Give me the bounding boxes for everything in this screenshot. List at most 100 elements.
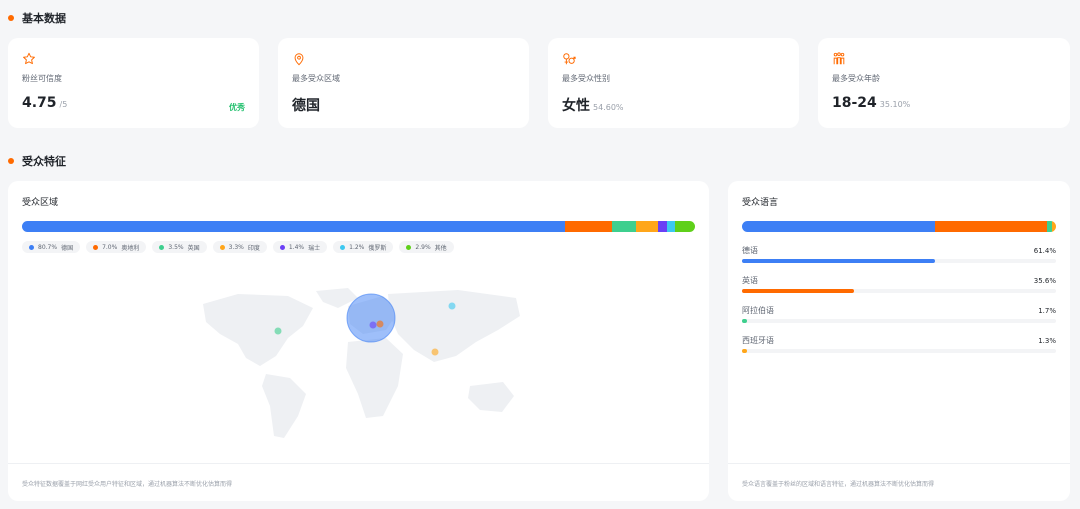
stat-card-age: 最多受众年龄 18-24 35.10% [818,38,1070,128]
region-panel: 受众区域 80.7% 德国 7.0% 奥地利 3.5% 英国 3.3% 印度 1.4% 瑞士 1.2… [8,181,709,501]
region-panel-title: 受众区域 [22,198,59,208]
language-track [742,349,1056,353]
map-bubble-印度[interactable] [431,348,439,356]
stat-label: 最多受众区域 [292,74,340,83]
star-icon [23,52,35,65]
stat-label: 最多受众性别 [562,74,610,83]
legend-chip[interactable]: 1.4% 瑞士 [272,241,328,253]
legend-color-dot [279,244,285,250]
language-row: 阿拉伯语 1.7% [742,305,1056,329]
stat-value: 18-24 35.10% [832,95,911,111]
legend-color-dot [219,244,225,250]
bar-segment-英国[interactable] [612,221,636,232]
legend-name: 俄罗斯 [368,244,387,252]
legend-chip[interactable]: 3.5% 英国 [152,241,207,253]
bar-segment-印度[interactable] [635,221,658,232]
language-name: 西班牙语 [742,336,774,345]
map-bubble-英国[interactable] [274,327,282,335]
rating-badge: 优秀 [229,103,245,112]
language-name: 阿拉伯语 [742,306,774,315]
map-asia [388,290,520,362]
section-title-label: 基本数据 [22,12,66,25]
legend-pct: 7.0% [102,243,118,251]
bar-segment-瑞士[interactable] [657,221,668,232]
region-stacked-bar [22,221,695,232]
world-map [203,288,520,438]
language-row: 西班牙语 1.3% [742,335,1056,359]
bar-segment-西班牙语[interactable] [1051,221,1056,232]
language-stacked-bar [742,221,1056,232]
legend-color-dot [29,244,34,250]
legend-color-dot [159,244,165,250]
legend-chip[interactable]: 80.7% 德国 [22,241,81,253]
legend-pct: 1.2% [349,243,365,251]
region-legend: 80.7% 德国 7.0% 奥地利 3.5% 英国 3.3% 印度 1.4% 瑞士 1.2% 俄罗斯 2… [22,241,454,253]
stat-card-gender: 最多受众性别 女性 54.60% [548,38,799,128]
legend-pct: 3.3% [228,243,244,251]
legend-name: 瑞士 [308,244,321,252]
map-australia [468,382,514,412]
map-south-america [262,374,306,438]
language-pct: 35.6% [1033,277,1056,285]
language-row: 德语 61.4% [742,245,1056,269]
language-fill [742,289,854,293]
legend-name: 奥地利 [121,244,140,252]
language-footnote: 受众语言覆盖于粉丝的区域和语言特征，通过机器算法不断优化估算而得 [742,481,935,488]
bar-segment-德语[interactable] [742,221,935,232]
stat-unit: /5 [59,100,68,109]
stat-value: 女性 54.60% [562,98,624,114]
language-pct: 1.7% [1038,307,1056,315]
section-title-audience: 受众特征 [8,153,66,169]
legend-pct: 1.4% [288,243,305,251]
map-bubble-奥地利[interactable] [376,320,384,328]
language-pct: 1.3% [1038,337,1056,345]
legend-color-dot [93,244,99,250]
language-panel: 受众语言 德语 61.4% 英语 35.6% 阿拉伯语 1.7% 西班牙语 1.3% 受众语言… [728,181,1070,501]
section-title-label: 受众特征 [22,155,66,168]
legend-name: 英国 [187,244,200,252]
stat-value: 德国 [292,98,320,114]
legend-pct: 2.9% [415,243,431,251]
language-fill [742,259,935,263]
legend-chip[interactable]: 2.9% 其他 [399,241,454,253]
section-dot [8,15,14,21]
bar-segment-奥地利[interactable] [565,221,613,232]
language-fill [742,349,747,353]
stat-card-region: 最多受众区域 德国 [278,38,529,128]
language-panel-title: 受众语言 [742,198,779,208]
language-row: 英语 35.6% [742,275,1056,299]
map-pin-icon [294,53,304,66]
stat-label: 粉丝可信度 [22,74,62,83]
stat-unit: 35.10% [879,100,911,109]
legend-color-dot [340,244,346,250]
language-track [742,319,1056,323]
legend-color-dot [406,244,412,250]
section-title-basic: 基本数据 [8,10,66,26]
region-footnote: 受众特征数据覆盖于网红受众用户特征和区域，通过机器算法不断优化估算而得 [22,481,233,488]
stat-value: 4.75/5 [22,95,68,111]
map-bubble-瑞士[interactable] [369,321,377,329]
bar-segment-德国[interactable] [22,221,566,232]
region-footer-divider [8,463,709,464]
language-name: 德语 [742,246,758,255]
map-bubble-俄罗斯[interactable] [448,302,456,310]
map-bubble-德国[interactable] [346,293,396,343]
legend-pct: 3.5% [168,243,184,251]
bar-segment-俄罗斯[interactable] [667,221,676,232]
bar-segment-其他[interactable] [675,221,695,232]
legend-chip[interactable]: 1.2% 俄罗斯 [333,241,394,253]
language-pct: 61.4% [1033,247,1056,255]
people-icon [833,52,845,65]
legend-name: 德国 [61,244,74,252]
stat-unit: 54.60% [593,103,624,112]
legend-chip[interactable]: 3.3% 印度 [212,241,267,253]
stat-label: 最多受众年龄 [832,74,880,83]
gender-icon [563,53,576,65]
legend-pct: 80.7% [38,243,58,251]
language-footer-divider [728,463,1070,464]
bar-segment-英语[interactable] [934,221,1047,232]
legend-chip[interactable]: 7.0% 奥地利 [86,241,147,253]
language-name: 英语 [742,276,758,285]
map-africa [346,338,403,418]
legend-name: 印度 [247,244,260,252]
